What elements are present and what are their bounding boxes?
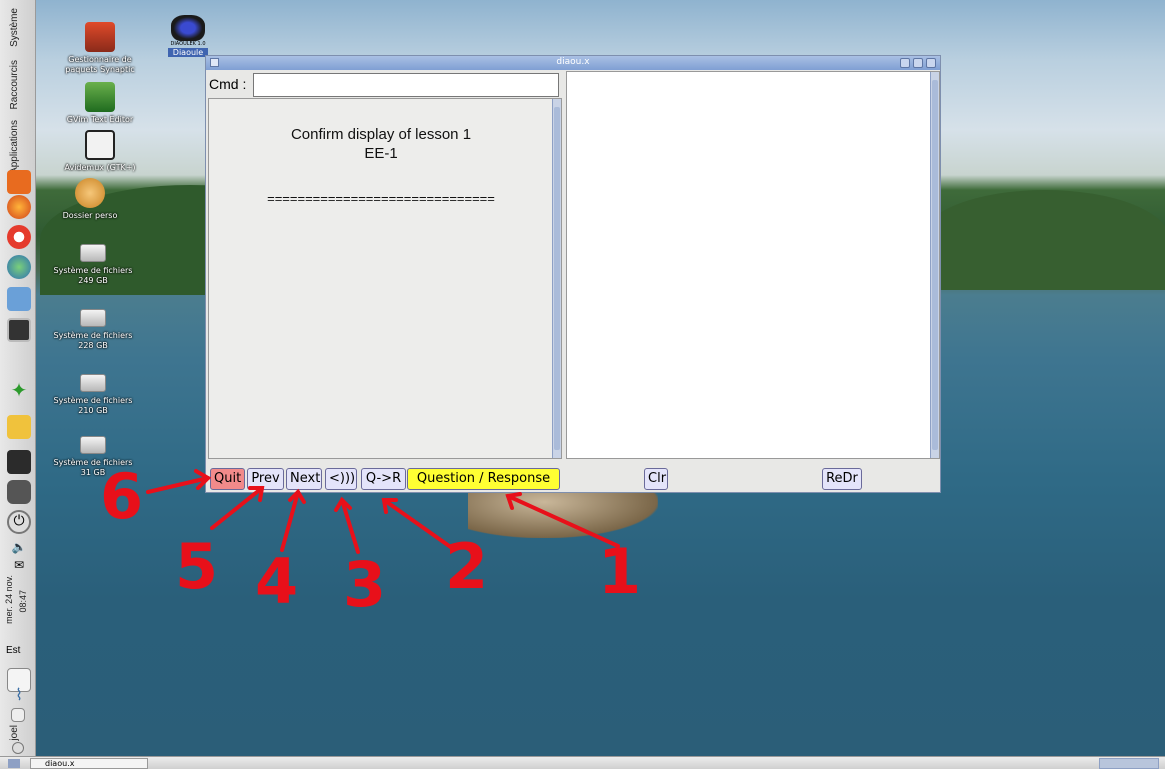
bottom-taskbar: diaou.x	[0, 756, 1165, 769]
annotation-3: 3	[343, 548, 387, 621]
annotation-1: 1	[598, 535, 642, 608]
annotation-arrows	[146, 469, 620, 554]
taskbar-item[interactable]: diaou.x	[30, 758, 148, 769]
annotation-2: 2	[445, 530, 489, 603]
workspace-switcher[interactable]	[1099, 758, 1159, 769]
annotation-5: 5	[175, 530, 219, 603]
show-desktop-icon[interactable]	[8, 759, 20, 768]
annotation-6: 6	[100, 460, 144, 533]
annotation-4: 4	[255, 545, 299, 618]
